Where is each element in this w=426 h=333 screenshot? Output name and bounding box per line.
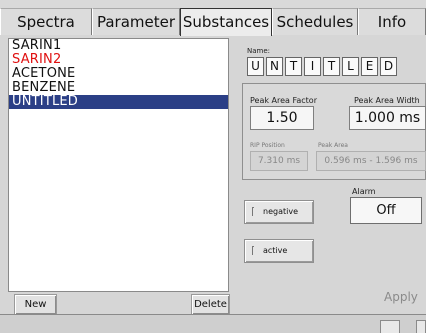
alarm-label: Alarm (352, 187, 376, 196)
new-button[interactable]: New (14, 294, 57, 315)
list-item[interactable]: SARIN1 (9, 39, 228, 53)
name-char[interactable]: N (266, 57, 283, 76)
alarm-field[interactable]: Off (350, 197, 422, 224)
active-toggle[interactable]: active (244, 239, 314, 263)
peak-area-factor-field[interactable]: 1.50 (250, 106, 314, 130)
list-item[interactable]: ACETONE (9, 67, 228, 81)
apply-button[interactable]: Apply (384, 290, 418, 304)
peak-area-field: 0.596 ms - 1.596 ms (316, 151, 426, 171)
tab-info[interactable]: Info (358, 8, 426, 35)
peak-area-factor-label: Peak Area Factor (250, 96, 317, 105)
delete-button[interactable]: Delete (191, 294, 230, 315)
negative-toggle[interactable]: negative (244, 200, 314, 224)
name-char[interactable]: L (342, 57, 359, 76)
negative-label: negative (263, 207, 298, 216)
tab-schedules[interactable]: Schedules (272, 8, 358, 35)
list-item[interactable]: UNTITLED (9, 95, 228, 109)
name-label: Name: (247, 47, 271, 55)
list-item[interactable]: BENZENE (9, 81, 228, 95)
list-item[interactable]: SARIN2 (9, 53, 228, 67)
rip-position-label: RIP Position (250, 142, 285, 149)
name-char[interactable]: E (361, 57, 378, 76)
peak-area-width-field[interactable]: 1.000 ms (349, 106, 426, 130)
name-char[interactable]: T (285, 57, 302, 76)
status-bar (0, 314, 426, 333)
tab-spectra[interactable]: Spectra (0, 8, 92, 35)
peak-area-width-label: Peak Area Width (354, 96, 420, 105)
tab-parameter[interactable]: Parameter (92, 8, 180, 35)
checkbox-icon (252, 207, 254, 216)
substance-list[interactable]: SARIN1 SARIN2 ACETONE BENZENE UNTITLED (8, 38, 229, 292)
name-char[interactable]: T (323, 57, 340, 76)
name-char[interactable]: U (247, 57, 264, 76)
status-cell (416, 320, 426, 333)
rip-position-field: 7.310 ms (250, 151, 308, 171)
checkbox-icon (252, 246, 254, 255)
tab-bar: Spectra Parameter Substances Schedules I… (0, 0, 426, 36)
active-label: active (263, 246, 288, 255)
status-cell (380, 320, 400, 333)
name-char[interactable]: I (304, 57, 321, 76)
tab-substances[interactable]: Substances (180, 8, 272, 36)
name-char[interactable]: D (380, 57, 397, 76)
peak-area-label: Peak Area (318, 142, 348, 149)
